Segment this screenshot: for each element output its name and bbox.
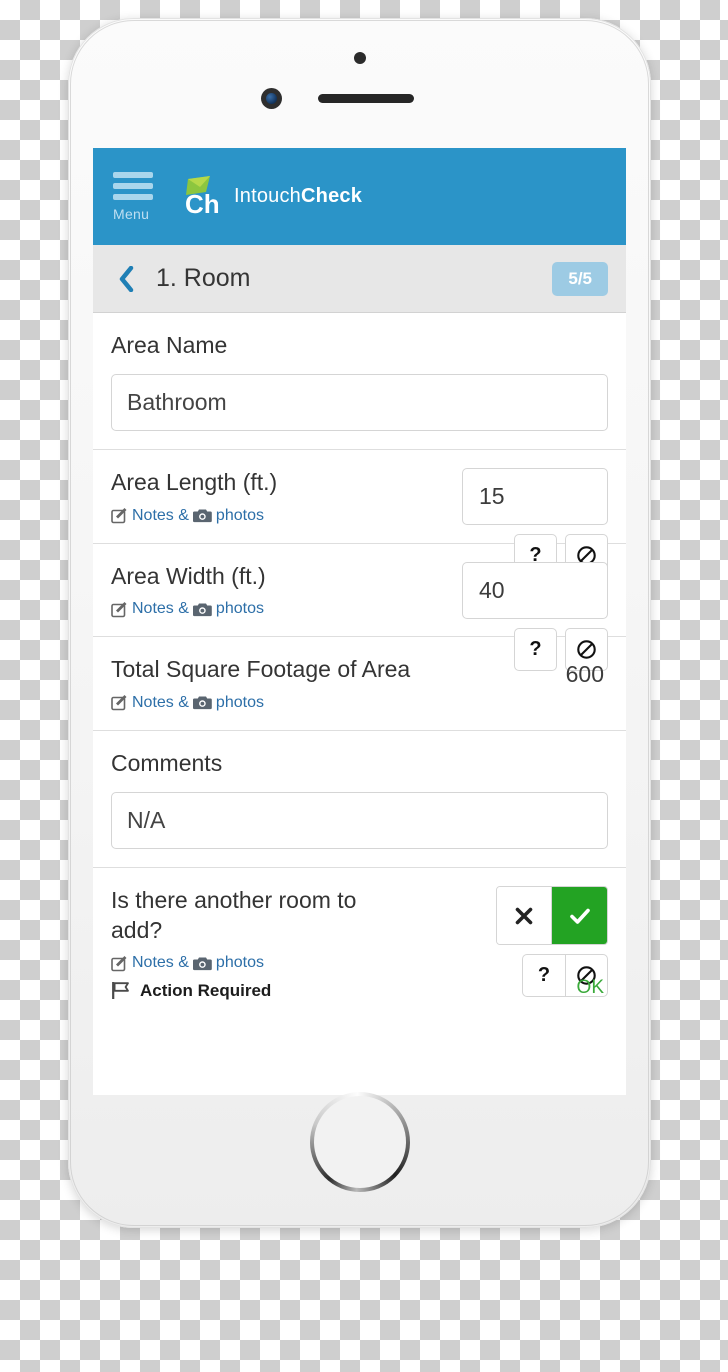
answer-yes-button[interactable] [552,887,607,945]
question-total-square-footage: Total Square Footage of Area Notes & pho… [93,637,626,731]
menu-label: Menu [113,205,150,222]
notes-label: Notes & [132,693,189,711]
question-comments: Comments N/A [93,731,626,869]
question-label: Total Square Footage of Area [111,656,411,683]
check-icon [569,908,590,924]
home-button[interactable] [310,1092,410,1192]
brand-logo: Ch IntouchCheck [176,175,362,219]
inspection-form: Area Name Bathroom Area Length (ft.) Not… [93,313,626,1020]
notes-label: Notes & [132,506,189,524]
brand-name-first: Intouch [234,185,302,207]
app-header: Menu Ch IntouchCheck [93,148,626,245]
intouchcheck-logo-icon: Ch [176,175,224,219]
comments-input[interactable]: N/A [111,792,608,850]
camera-icon [192,696,212,710]
svg-text:Ch: Ch [185,189,220,219]
earpiece-speaker [318,94,414,103]
pencil-square-icon [111,955,127,971]
area-width-input[interactable]: 40 [462,561,608,619]
question-area-width: Area Width (ft.) Notes & photos 40 ? [93,544,626,671]
progress-badge: 5/5 [552,261,608,296]
cross-icon [515,907,533,924]
brand-name-second: Check [301,185,363,207]
flag-icon [112,982,129,1000]
question-label: Is there another room to add? [111,887,357,943]
front-camera-icon [261,88,282,109]
action-required-label: Action Required [140,980,272,1000]
pencil-square-icon [111,508,127,524]
status-badge: OK [576,977,604,999]
phone-frame: Menu Ch IntouchCheck 1. Room 5/5 Area Na… [68,18,651,1228]
menu-button[interactable]: Menu [113,171,159,222]
camera-icon [192,603,212,616]
total-square-footage-value: 600 [565,661,604,688]
camera-icon [192,957,212,970]
back-button[interactable] [115,265,137,293]
chevron-left-icon [119,265,134,292]
photos-label: photos [215,506,264,524]
question-label: Comments [111,749,223,776]
photos-label: photos [215,600,264,618]
phone-screen: Menu Ch IntouchCheck 1. Room 5/5 Area Na… [93,148,626,1095]
help-button[interactable]: ? [522,954,565,998]
hamburger-icon [113,171,153,205]
question-area-length: Area Length (ft.) Notes & photos 15 ? [93,450,626,578]
camera-icon [192,509,212,523]
section-header: 1. Room 5/5 [93,245,626,313]
answer-no-button[interactable] [497,887,552,945]
yes-no-toggle [496,886,608,946]
pencil-square-icon [111,695,127,711]
photos-label: photos [215,954,264,972]
notes-label: Notes & [132,954,189,972]
question-area-name: Area Name Bathroom [93,313,626,451]
page-title: 1. Room [156,264,251,292]
question-label: Area Name [111,332,228,358]
area-length-input[interactable]: 15 [462,468,608,526]
notes-and-photos-link[interactable]: Notes & photos [111,694,608,712]
area-name-input[interactable]: Bathroom [111,374,608,432]
pencil-square-icon [111,601,127,618]
notes-label: Notes & [132,600,189,618]
question-another-room: Is there another room to add? Notes & ph… [93,868,626,1019]
brand-name: IntouchCheck [234,185,362,208]
photos-label: photos [215,693,264,711]
proximity-sensor-icon [353,52,366,64]
